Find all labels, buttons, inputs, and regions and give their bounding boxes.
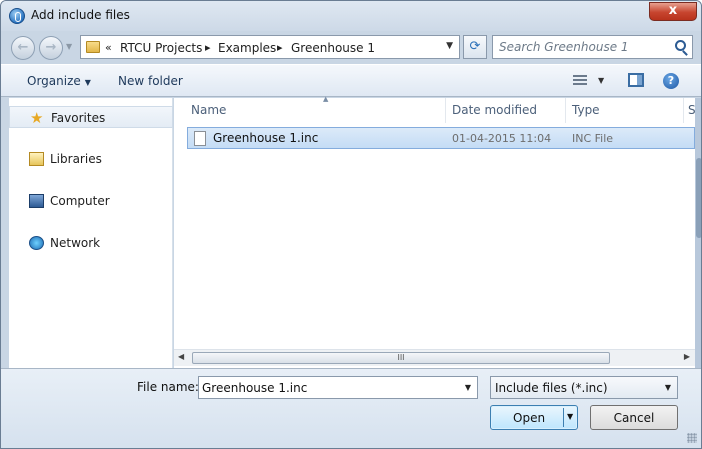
cancel-button[interactable]: Cancel [590,405,678,430]
network-icon [29,236,44,250]
sidebar-item-label: Libraries [50,152,102,166]
file-name-label: File name: [137,380,199,394]
file-type-filter-value: Include files (*.inc) [495,381,608,395]
view-dropdown-icon[interactable]: ▼ [598,76,604,85]
scroll-right-icon[interactable]: ▶ [684,352,690,361]
view-list-icon[interactable] [573,75,587,86]
libraries-icon [29,152,44,166]
sort-ascending-icon: ▲ [323,95,329,103]
scrollbar-thumb[interactable]: III [192,352,610,364]
open-button-label: Open [513,411,546,425]
navigation-pane: ★ Favorites Libraries Computer Network [9,98,173,368]
file-icon [194,131,206,146]
chevron-down-icon[interactable]: ▼ [665,383,671,392]
new-folder-button[interactable]: New folder [118,74,183,88]
file-name: Greenhouse 1.inc [213,131,319,145]
file-name-input[interactable] [202,380,452,396]
scroll-left-icon[interactable]: ◀ [178,352,184,361]
sidebar-item-label: Favorites [51,111,106,125]
column-header-type[interactable]: Type [566,98,684,123]
preview-pane-icon[interactable] [628,73,644,87]
resize-grip-icon[interactable] [687,433,697,443]
sidebar-item-network[interactable]: Network [9,232,173,254]
column-header-date-modified[interactable]: Date modified [446,98,566,123]
back-button[interactable]: ← [11,36,35,60]
window-title: Add include files [31,8,130,22]
file-type-filter-select[interactable]: Include files (*.inc) ▼ [490,376,678,399]
file-name-combobox[interactable]: ▼ [198,376,478,399]
breadcrumb-separator-icon[interactable]: ▸ [205,41,211,54]
refresh-button[interactable]: ⟳ [463,35,487,59]
recent-locations-icon[interactable]: ▼ [66,42,72,51]
file-row[interactable]: Greenhouse 1.inc 01-04-2015 11:04 INC Fi… [187,127,695,149]
address-dropdown-icon[interactable]: ▼ [446,41,453,51]
file-list[interactable]: Name ▲ Date modified Type S Greenhouse 1… [174,95,696,368]
organize-label: Organize [27,74,81,88]
breadcrumb-overflow[interactable]: « [105,41,112,54]
column-header-size[interactable]: S [684,98,696,123]
horizontal-scrollbar[interactable]: ◀ III ▶ [174,349,695,366]
search-input[interactable] [499,39,669,55]
star-icon: ★ [30,109,44,127]
cancel-button-label: Cancel [613,411,655,425]
title-bar[interactable]: Add include files x [1,1,701,31]
sidebar-item-label: Network [50,236,101,250]
search-icon[interactable] [675,40,686,51]
chevron-down-icon: ▼ [84,78,91,87]
column-header-label: Name [191,103,227,117]
help-icon[interactable]: ? [663,73,679,89]
close-button[interactable]: x [649,2,697,21]
open-options-icon[interactable]: ▼ [567,412,573,421]
file-date-modified: 01-04-2015 11:04 [452,132,552,145]
computer-icon [29,194,44,208]
open-button[interactable]: Open ▼ [490,405,578,430]
search-box[interactable] [492,35,693,59]
sidebar-item-computer[interactable]: Computer [9,190,173,212]
column-header-label: Date modified [452,103,538,117]
breadcrumb-greenhouse-1[interactable]: Greenhouse 1 [291,41,375,55]
file-type: INC File [572,132,614,145]
sidebar-item-favorites[interactable]: ★ Favorites [9,106,173,128]
breadcrumb-examples[interactable]: Examples [218,41,276,55]
organize-button[interactable]: Organize ▼ [27,74,91,88]
file-dialog-window: Add include files x ← → ▼ « RTCU Project… [0,0,702,449]
split-divider [563,408,564,427]
app-icon [9,8,25,24]
address-bar[interactable]: « RTCU Projects ▸ Examples ▸ Greenhouse … [80,35,460,59]
breadcrumb-separator-icon[interactable]: ▸ [277,41,283,54]
file-name-panel: File name: ▼ Include files (*.inc) ▼ Ope… [1,368,701,448]
folder-icon [86,41,100,53]
breadcrumb-rtcu-projects[interactable]: RTCU Projects [120,41,202,55]
column-header-label: Type [572,103,600,117]
sidebar-item-libraries[interactable]: Libraries [9,148,173,170]
chevron-down-icon[interactable]: ▼ [465,383,471,392]
sidebar-item-label: Computer [50,194,110,208]
forward-button[interactable]: → [39,36,63,60]
column-header-name[interactable]: Name ▲ [185,95,446,123]
command-toolbar: Organize ▼ New folder ▼ ? [1,64,701,97]
